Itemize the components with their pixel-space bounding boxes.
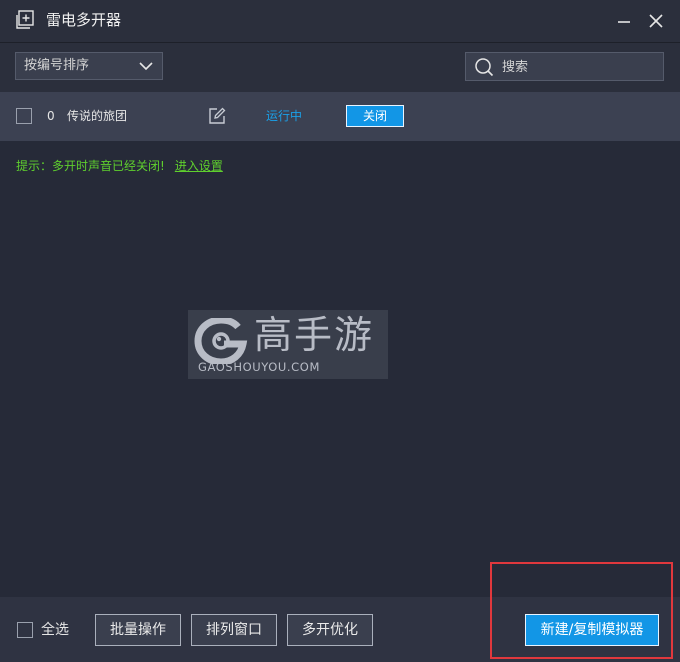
sound-tip: 提示：多开时声音已经关闭! 进入设置: [16, 158, 223, 174]
window-title: 雷电多开器: [46, 11, 122, 29]
multi-open-optimize-button[interactable]: 多开优化: [287, 614, 373, 646]
instance-row: 0 传说的旅团 运行中 关闭: [0, 92, 680, 141]
watermark-cn: 高手游: [254, 313, 375, 357]
gaoshouyou-logo-icon: [194, 318, 248, 364]
instance-name: 传说的旅团: [67, 109, 128, 123]
select-all-checkbox[interactable]: [17, 622, 33, 638]
search-input[interactable]: [500, 55, 654, 79]
instance-status: 运行中: [266, 109, 303, 123]
arrange-windows-button[interactable]: 排列窗口: [191, 614, 277, 646]
instance-checkbox[interactable]: [16, 108, 32, 124]
minimize-icon[interactable]: [614, 11, 634, 31]
close-icon[interactable]: [646, 11, 666, 31]
instance-close-button[interactable]: 关闭: [346, 105, 404, 127]
tip-text: 提示：多开时声音已经关闭!: [16, 159, 165, 173]
watermark-en: GAOSHOUYOU.COM: [198, 360, 320, 374]
select-all-label: 全选: [41, 622, 69, 638]
edit-icon[interactable]: [208, 107, 226, 125]
plus-window-icon: [16, 10, 34, 29]
sort-dropdown-label: 按编号排序: [24, 58, 90, 73]
title-bar: 雷电多开器: [0, 0, 680, 43]
chevron-down-icon: [139, 62, 153, 71]
enter-settings-link[interactable]: 进入设置: [175, 159, 223, 173]
search-box[interactable]: [465, 52, 664, 81]
instance-index: 0: [47, 109, 55, 123]
sort-dropdown[interactable]: 按编号排序: [15, 52, 163, 80]
watermark: 高手游 GAOSHOUYOU.COM: [188, 310, 388, 379]
search-icon: [475, 58, 494, 77]
batch-operation-button[interactable]: 批量操作: [95, 614, 181, 646]
new-copy-emulator-button[interactable]: 新建/复制模拟器: [525, 614, 659, 646]
footer-bar: 全选 批量操作 排列窗口 多开优化 新建/复制模拟器: [0, 597, 680, 662]
toolbar: 按编号排序: [0, 43, 680, 92]
